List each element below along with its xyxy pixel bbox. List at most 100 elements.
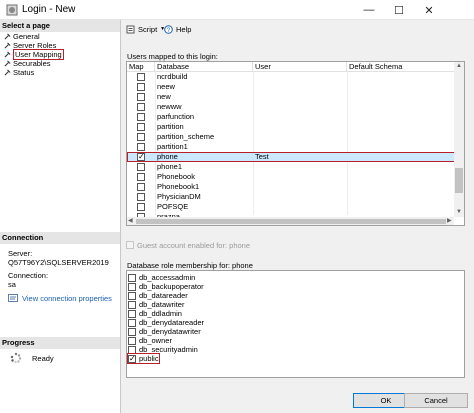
vertical-scroll-thumb[interactable] — [455, 168, 463, 193]
role-name: db_owner — [139, 336, 172, 345]
wrench-icon — [4, 42, 11, 49]
role-checkbox[interactable] — [128, 336, 136, 345]
wrench-icon — [4, 69, 11, 76]
table-row[interactable]: partition1 — [127, 142, 456, 152]
scroll-up-icon[interactable]: ▲ — [456, 63, 462, 69]
select-page-header: Select a page — [0, 20, 120, 32]
help-button[interactable]: ? Help — [164, 24, 191, 34]
page-item-general[interactable]: General — [4, 32, 40, 41]
table-row[interactable]: PhysicianDM — [127, 192, 456, 202]
map-checkbox[interactable] — [137, 93, 145, 101]
role-item[interactable]: db_datareader — [128, 291, 188, 300]
close-button[interactable]: ✕ — [414, 0, 444, 20]
page-item-user-mapping[interactable]: User Mapping — [4, 49, 64, 60]
table-row[interactable]: phone Test — [127, 152, 456, 162]
role-membership-list: db_accessadmin db_backupoperator db_datare… — [126, 270, 465, 378]
role-checkbox[interactable] — [128, 354, 136, 363]
map-checkbox[interactable] — [137, 143, 145, 151]
help-label: Help — [176, 24, 192, 34]
wrench-icon — [4, 60, 11, 67]
table-row[interactable]: POFSQE — [127, 202, 456, 212]
vertical-scrollbar[interactable] — [454, 62, 464, 217]
table-row[interactable]: phone1 — [127, 162, 456, 172]
database-cell: ncrdbuild — [157, 72, 188, 81]
page-item-status[interactable]: Status — [4, 68, 34, 77]
role-checkbox[interactable] — [128, 345, 136, 354]
horizontal-scroll-thumb[interactable] — [136, 219, 446, 224]
column-header-database[interactable]: Database — [155, 62, 253, 72]
script-button[interactable]: Script ▼ — [126, 24, 165, 34]
map-checkbox[interactable] — [137, 183, 145, 191]
role-item[interactable]: db_ddladmin — [128, 309, 182, 318]
role-item[interactable]: db_owner — [128, 336, 172, 345]
database-cell: phone — [157, 152, 178, 161]
table-row[interactable]: Phonebook — [127, 172, 456, 182]
table-row[interactable]: ncrdbuild — [127, 72, 456, 82]
role-checkbox[interactable] — [128, 291, 136, 300]
page-item-securables[interactable]: Securables — [4, 59, 51, 68]
map-checkbox[interactable] — [137, 83, 145, 91]
database-cell: POFSQE — [157, 202, 189, 211]
progress-spinner-icon — [10, 352, 22, 364]
role-item[interactable]: db_datawriter — [128, 300, 184, 309]
database-cell: new — [157, 92, 171, 101]
table-row[interactable]: neew — [127, 82, 456, 92]
server-value: Q57T96Y2\SQLSERVER2019 — [8, 258, 109, 267]
progress-header: Progress — [0, 337, 120, 349]
table-row[interactable]: Phonebook1 — [127, 182, 456, 192]
role-name: db_backupoperator — [139, 282, 204, 291]
map-checkbox[interactable] — [137, 203, 145, 211]
connection-value: sa — [8, 280, 16, 289]
properties-icon — [8, 294, 18, 302]
maximize-button[interactable]: ☐ — [384, 0, 414, 20]
table-row[interactable]: new — [127, 92, 456, 102]
scroll-left-icon[interactable]: ◀ — [128, 217, 133, 224]
role-checkbox[interactable] — [128, 309, 136, 318]
map-checkbox[interactable] — [137, 163, 145, 171]
page-item-label: Status — [13, 68, 35, 77]
table-row[interactable]: partition_scheme — [127, 132, 456, 142]
column-header-default-schema[interactable]: Default Schema — [347, 62, 464, 72]
database-cell: PhysicianDM — [157, 192, 201, 201]
map-checkbox[interactable] — [137, 173, 145, 181]
map-checkbox[interactable] — [137, 133, 145, 141]
minimize-button[interactable]: — — [354, 0, 384, 20]
role-name: db_denydatareader — [139, 318, 205, 327]
role-checkbox[interactable] — [128, 327, 136, 336]
title-bar[interactable]: Login - New — ☐ ✕ — [0, 0, 474, 20]
map-checkbox[interactable] — [137, 113, 145, 121]
table-row[interactable]: parfunction — [127, 112, 456, 122]
map-checkbox[interactable] — [137, 103, 145, 111]
database-cell: newww — [157, 102, 182, 111]
view-connection-properties-link[interactable]: View connection properties — [22, 294, 112, 303]
guest-account-label: Guest account enabled for: phone — [137, 241, 250, 250]
user-cell[interactable]: Test — [255, 152, 269, 162]
scroll-down-icon[interactable]: ▼ — [456, 209, 462, 215]
role-item[interactable]: db_accessadmin — [128, 273, 195, 282]
role-name: db_accessadmin — [139, 273, 196, 282]
map-checkbox[interactable] — [137, 152, 145, 161]
column-header-user[interactable]: User — [253, 62, 347, 72]
role-item[interactable]: db_denydatareader — [128, 318, 204, 327]
cancel-button[interactable]: Cancel — [404, 393, 468, 408]
role-checkbox[interactable] — [128, 318, 136, 327]
role-name: db_denydatawriter — [139, 327, 201, 336]
database-cell: neew — [157, 82, 175, 91]
role-checkbox[interactable] — [128, 300, 136, 309]
map-checkbox[interactable] — [137, 73, 145, 81]
map-checkbox[interactable] — [137, 123, 145, 131]
users-mapped-grid[interactable]: Map Database User Default Schema ncrdbui… — [126, 61, 465, 226]
role-item[interactable]: db_securityadmin — [128, 345, 198, 354]
column-header-map[interactable]: Map — [127, 62, 155, 72]
table-row[interactable]: partition — [127, 122, 456, 132]
role-item[interactable]: db_denydatawriter — [128, 327, 201, 336]
role-checkbox[interactable] — [128, 282, 136, 291]
role-item[interactable]: db_backupoperator — [128, 282, 204, 291]
map-checkbox[interactable] — [137, 193, 145, 201]
scroll-right-icon[interactable]: ▶ — [447, 217, 452, 224]
role-name: db_ddladmin — [139, 309, 182, 318]
table-row[interactable]: newww — [127, 102, 456, 112]
role-checkbox[interactable] — [128, 273, 136, 282]
guest-account-checkbox[interactable] — [126, 241, 134, 249]
role-item[interactable]: public — [127, 353, 160, 364]
